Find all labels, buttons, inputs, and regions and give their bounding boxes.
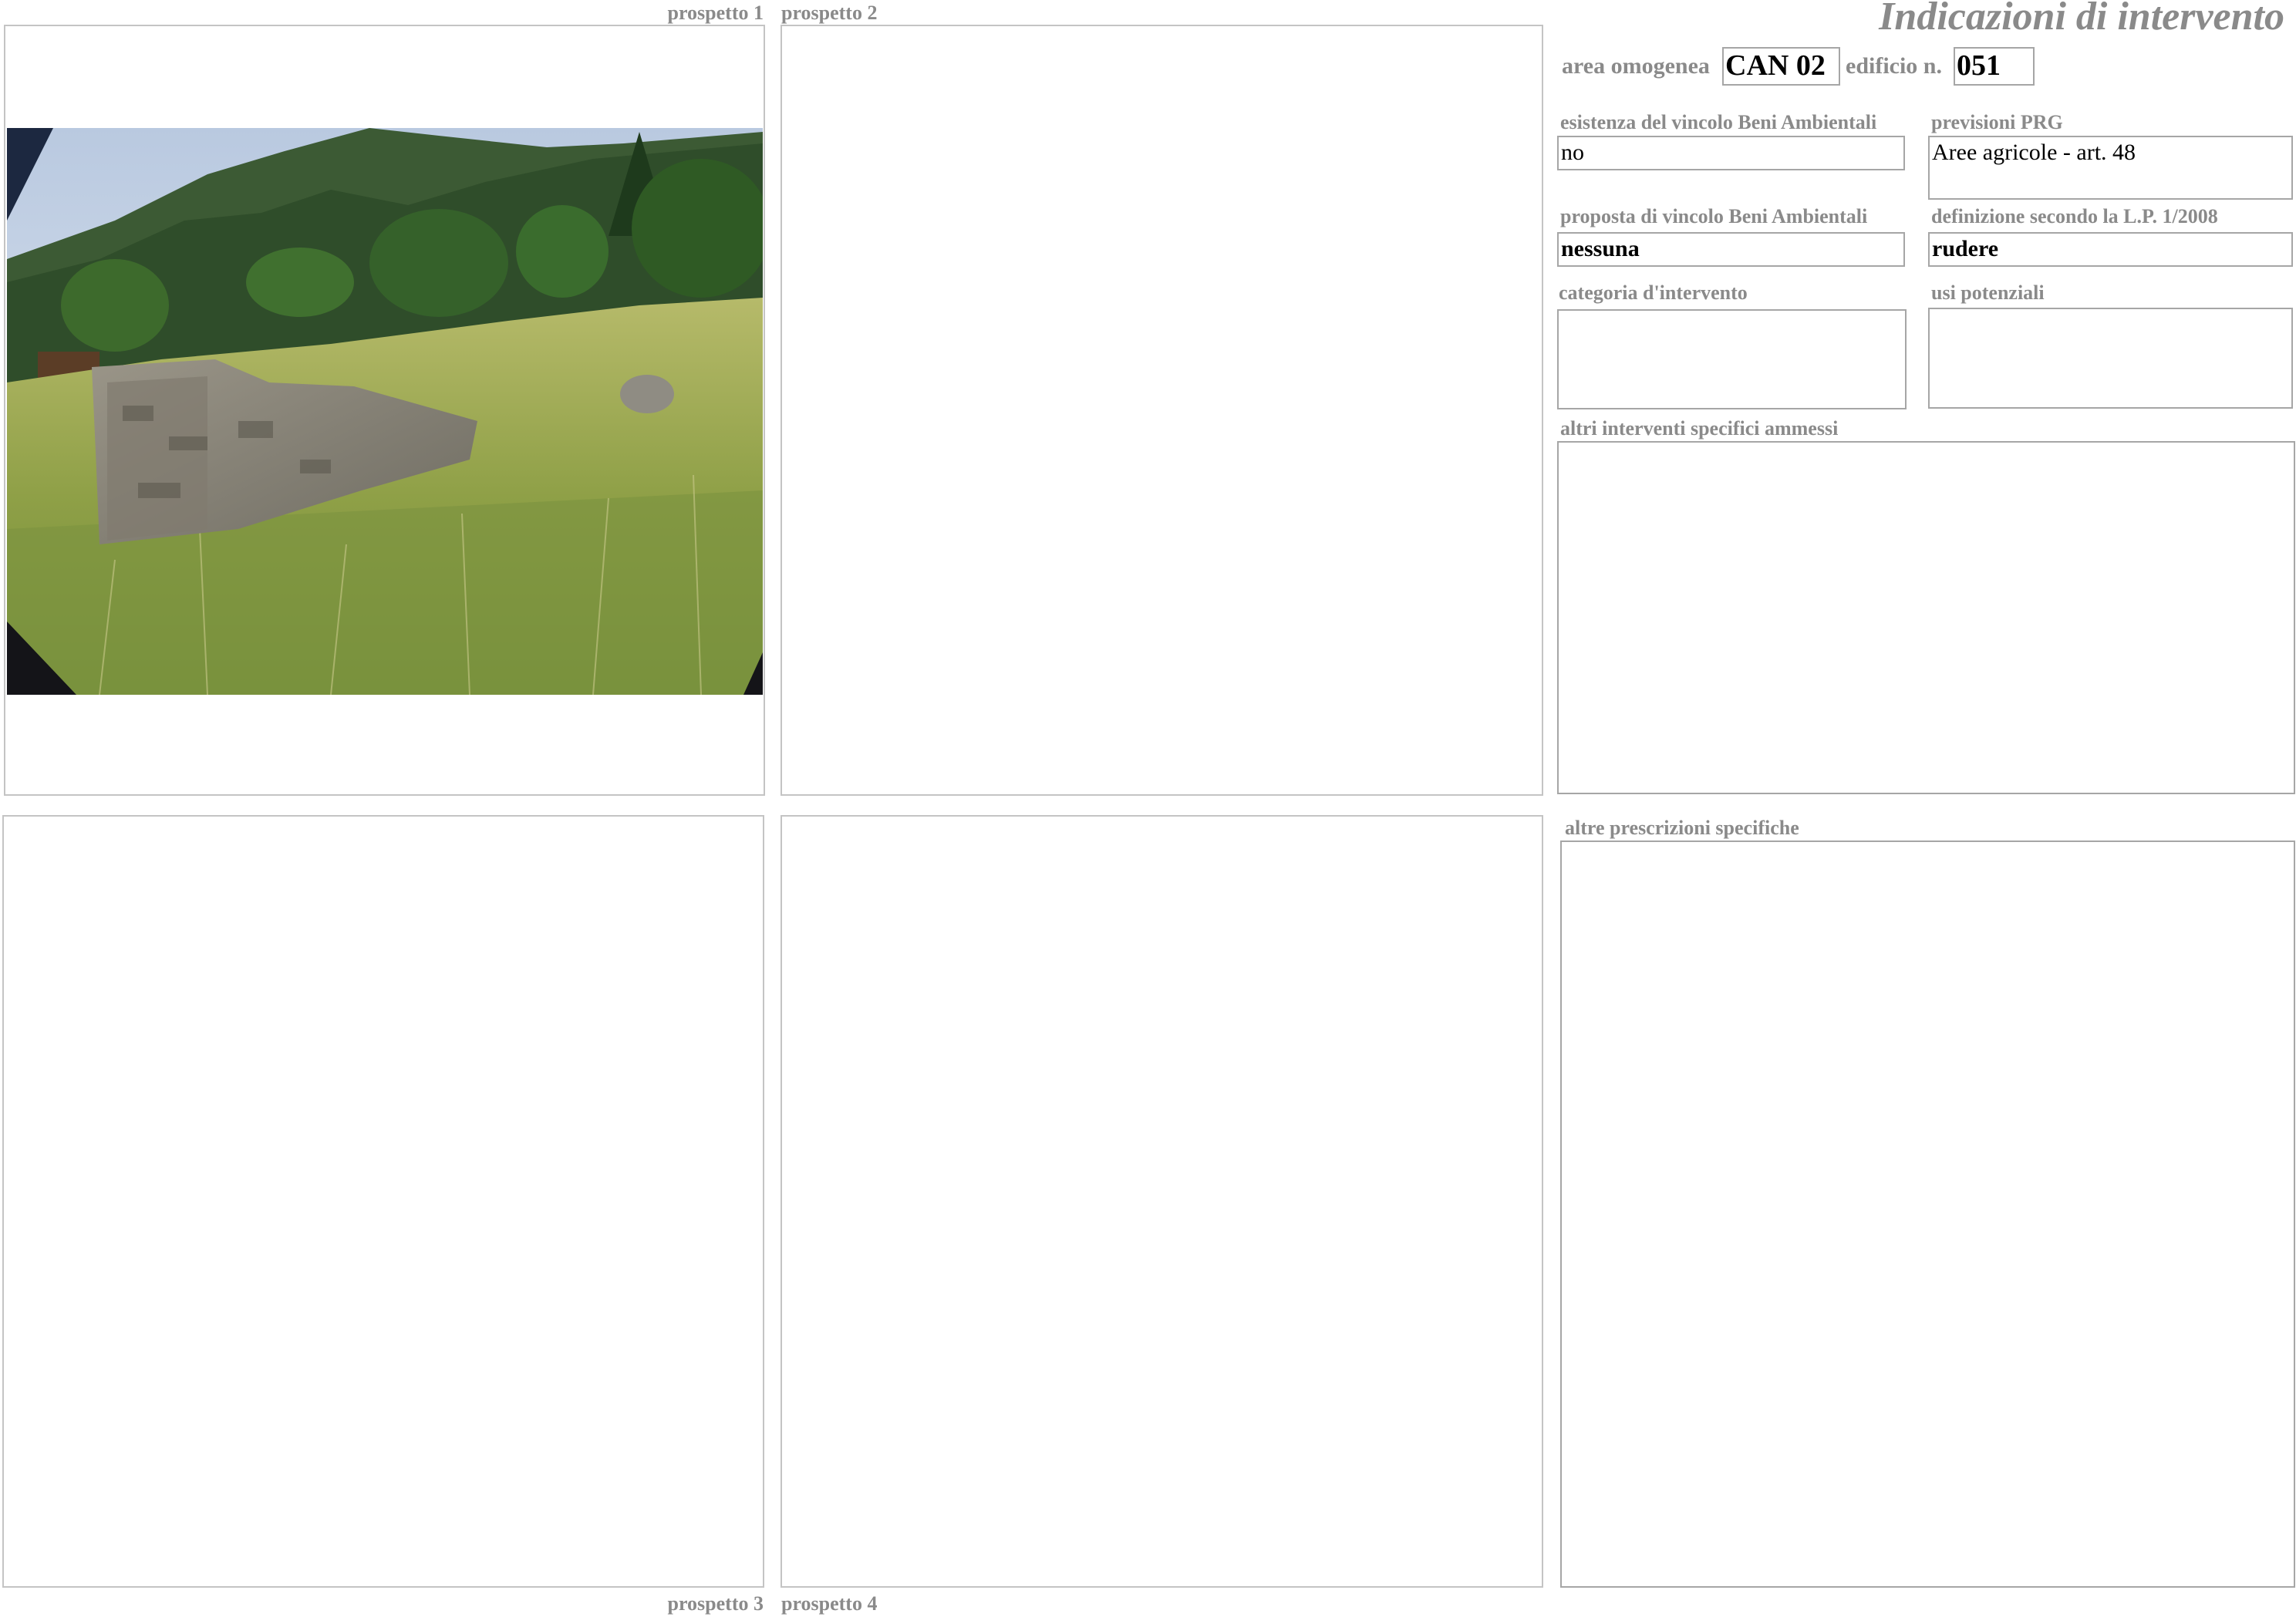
view-label-prospetto-1: prospetto 1 (667, 2, 764, 24)
area-omogenea-field[interactable]: CAN 02 (1722, 47, 1840, 86)
page-title: Indicazioni di intervento (1879, 0, 2284, 39)
edificio-label: edificio n. (1846, 53, 1942, 79)
usi-potenziali-label: usi potenziali (1931, 281, 2045, 304)
vincolo-proposta-label: proposta di vincolo Beni Ambientali (1560, 205, 1868, 227)
previsioni-prg-field[interactable]: Aree agricole - art. 48 (1928, 136, 2293, 200)
view-label-prospetto-3: prospetto 3 (667, 1592, 764, 1615)
vincolo-proposta-field[interactable]: nessuna (1557, 232, 1905, 267)
definizione-lp-label: definizione secondo la L.P. 1/2008 (1931, 205, 2218, 227)
prospetto-2-frame (781, 25, 1543, 796)
edificio-field[interactable]: 051 (1954, 47, 2035, 86)
building-photo (7, 128, 763, 695)
altre-prescrizioni-field[interactable] (1560, 841, 2295, 1588)
prospetto-4-frame (781, 815, 1543, 1588)
altre-prescrizioni-label: altre prescrizioni specifiche (1565, 817, 1799, 839)
view-label-prospetto-4: prospetto 4 (781, 1592, 878, 1615)
usi-potenziali-field[interactable] (1928, 308, 2293, 409)
prospetto-3-frame (2, 815, 764, 1588)
altri-interventi-field[interactable] (1557, 441, 2295, 794)
categoria-field[interactable] (1557, 309, 1907, 409)
view-label-prospetto-2: prospetto 2 (781, 2, 878, 24)
altri-interventi-label: altri interventi specifici ammessi (1560, 417, 1839, 440)
vincolo-esistenza-field[interactable]: no (1557, 136, 1905, 170)
prospetto-1-frame (4, 25, 765, 796)
area-omogenea-label: area omogenea (1562, 53, 1710, 79)
previsioni-prg-label: previsioni PRG (1931, 111, 2063, 133)
definizione-lp-field[interactable]: rudere (1928, 232, 2293, 267)
categoria-label: categoria d'intervento (1559, 281, 1748, 304)
vincolo-esistenza-label: esistenza del vincolo Beni Ambientali (1560, 111, 1877, 133)
